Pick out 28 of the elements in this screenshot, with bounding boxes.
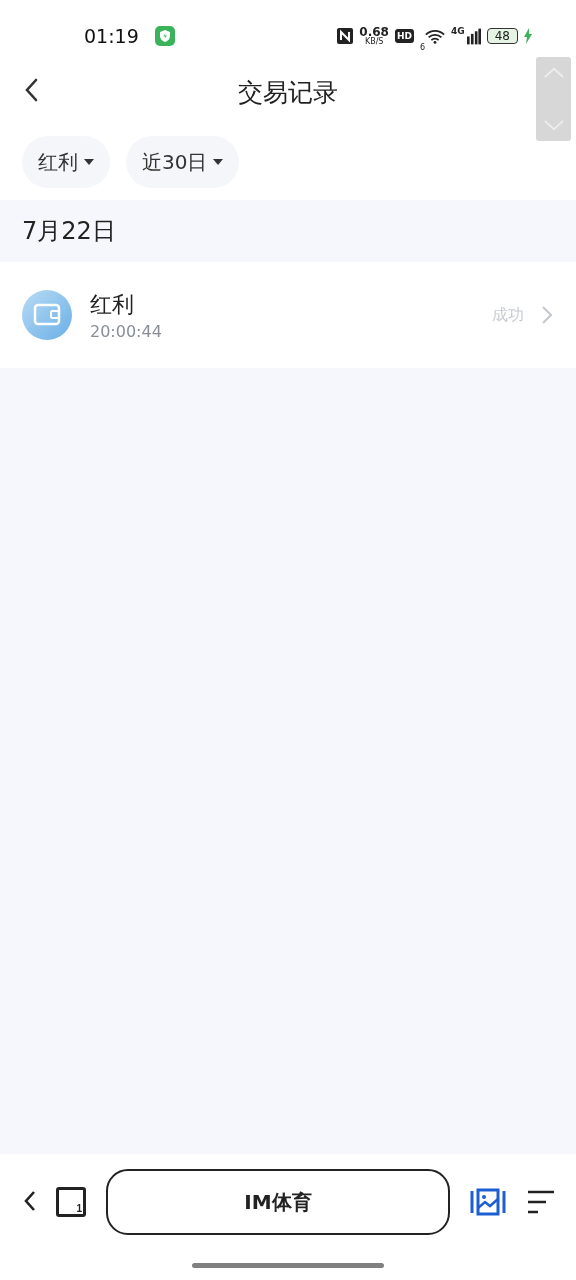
- speed-unit: KB/S: [364, 38, 384, 46]
- signal-icon: [466, 27, 481, 45]
- chevron-right-icon: [542, 306, 552, 324]
- transaction-time: 20:00:44: [90, 321, 163, 341]
- wifi-icon: [425, 28, 446, 44]
- transaction-type: 红利: [90, 290, 135, 319]
- battery-icon: 48: [486, 28, 518, 44]
- menu-icon[interactable]: [526, 1190, 554, 1214]
- transaction-row[interactable]: 红利 20:00:44 成功: [0, 262, 576, 368]
- hd-badge: HD: [394, 29, 414, 43]
- address-bar[interactable]: IM体育: [106, 1169, 450, 1235]
- wifi-label: 6: [419, 43, 426, 52]
- filter-dropdown[interactable]: 红利: [22, 136, 110, 188]
- caret-icon: [213, 159, 224, 165]
- date-header: 7月22日: [21, 216, 117, 247]
- tabs-button[interactable]: 1: [56, 1187, 86, 1217]
- caret-icon: [84, 159, 94, 165]
- shield-icon: [154, 26, 175, 46]
- transaction-status: 成功: [492, 304, 524, 326]
- nfc-icon: [337, 28, 354, 44]
- picture-frame-icon[interactable]: [470, 1188, 506, 1216]
- network-type: 4G: [451, 26, 465, 36]
- network-speed: 0.68: [359, 26, 389, 38]
- page-title: 交易记录: [238, 76, 338, 109]
- home-indicator[interactable]: [192, 1262, 384, 1268]
- clock: 01:19: [84, 25, 139, 47]
- wallet-icon: [22, 290, 72, 340]
- filter-dropdown[interactable]: 近30日: [126, 136, 240, 188]
